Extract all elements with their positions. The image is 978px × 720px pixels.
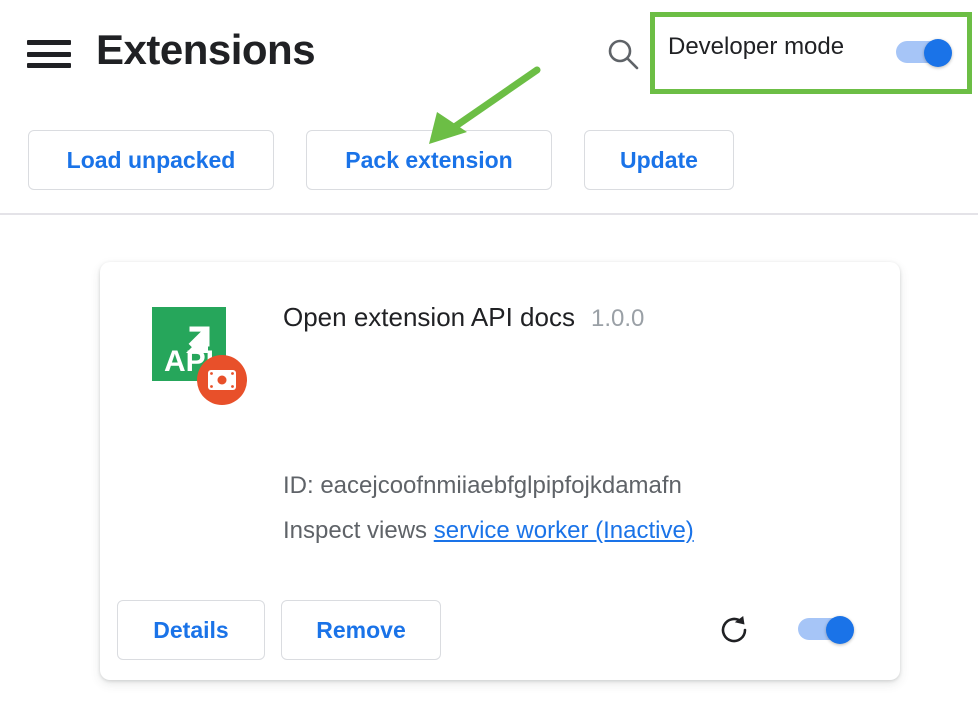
extension-title-row: Open extension API docs 1.0.0 [283,302,644,333]
service-worker-link[interactable]: service worker (Inactive) [434,517,694,544]
developer-mode-control[interactable]: Developer mode [668,33,844,61]
update-button[interactable]: Update [584,130,734,190]
search-icon[interactable] [606,37,640,71]
extension-enabled-toggle[interactable] [798,616,858,642]
inspect-views-row: Inspect views service worker (Inactive) [283,517,694,545]
header-divider [0,213,978,215]
extension-version: 1.0.0 [591,305,644,333]
service-worker-badge-icon [197,355,247,405]
toggle-knob [924,39,952,67]
extension-icon-wrapper: API [152,307,248,403]
hamburger-bar [27,52,71,57]
page-header: Extensions Developer mode [0,0,978,106]
page-title: Extensions [96,26,315,74]
extension-id: ID: eacejcoofnmiiaebfglpipfojkdamafn [283,472,682,500]
hamburger-bar [27,63,71,68]
extensions-toolbar: Load unpacked Pack extension Update [0,130,978,192]
reload-icon[interactable] [717,613,751,647]
developer-mode-toggle[interactable] [896,39,956,65]
details-button[interactable]: Details [117,600,265,660]
load-unpacked-button[interactable]: Load unpacked [28,130,274,190]
extension-card: API Open extension API docs 1.0.0 ID: ea… [100,262,900,680]
remove-button[interactable]: Remove [281,600,441,660]
pack-extension-button[interactable]: Pack extension [306,130,552,190]
extension-name: Open extension API docs [283,302,575,333]
developer-mode-label: Developer mode [668,33,844,61]
hamburger-menu-icon[interactable] [27,38,71,70]
hamburger-bar [27,40,71,45]
toggle-knob [826,616,854,644]
inspect-views-label: Inspect views [283,517,427,544]
